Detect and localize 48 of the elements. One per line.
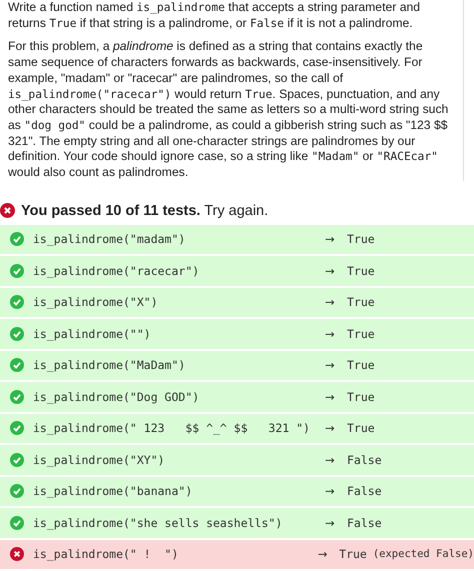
- problem-paragraph: Write a function named is_palindrome that accepts a string parameter and returns True if that string is a palindrome, or False if it is not a palindrome.: [8, 0, 422, 32]
- arrow: →: [325, 421, 336, 436]
- arrow: →: [325, 390, 336, 404]
- test-call: is_palindrome(" ! "): [33, 547, 180, 562]
- test-call: is_palindrome(" 123 $$ ^_^ $$ 321 "): [33, 421, 311, 436]
- arrow: →: [325, 232, 336, 246]
- test-output: False: [347, 484, 382, 498]
- error-icon: [10, 547, 24, 562]
- test-output: False: [347, 516, 382, 530]
- check-icon: [10, 390, 24, 404]
- check-icon: [10, 421, 24, 436]
- test-call: is_palindrome("MaDam"): [33, 358, 186, 372]
- test-output: False: [347, 452, 382, 467]
- test-call: is_palindrome("Dog GOD"): [33, 390, 200, 404]
- test-output: True: [347, 421, 375, 436]
- arrow: →: [325, 452, 336, 467]
- check-icon: [10, 264, 24, 278]
- check-icon: [10, 516, 24, 530]
- arrow: →: [325, 326, 336, 341]
- arrow: →: [318, 547, 328, 562]
- test-output: True: [347, 390, 375, 404]
- arrow: →: [325, 484, 336, 498]
- test-call: is_palindrome("XY"): [33, 452, 166, 467]
- check-icon: [10, 295, 24, 310]
- test-output: True: [347, 358, 375, 372]
- check-icon: [10, 326, 24, 341]
- test-summary: You passed 10 of 11 tests. Try again.: [21, 202, 268, 219]
- arrow: →: [325, 358, 336, 372]
- arrow: →: [325, 264, 336, 278]
- test-call: is_palindrome("banana"): [33, 484, 194, 498]
- test-call: is_palindrome("X"): [33, 295, 159, 310]
- arrow: →: [325, 295, 336, 310]
- test-output: True: [347, 326, 375, 341]
- test-call: is_palindrome("racecar"): [33, 264, 200, 278]
- test-call: is_palindrome("she sells seashells"): [33, 516, 284, 530]
- test-output: True: [347, 295, 375, 310]
- expected-output: (expected False): [372, 548, 474, 560]
- test-call: is_palindrome(""): [33, 326, 152, 341]
- check-icon: [10, 452, 24, 467]
- problem-paragraph: For this problem, a palindrome is defined as a string that contains exactly the same sequence of characters forwards as backwards, case-insensitively. For example, "madam" or "racecar" are palindromes, so the call of is_palindrome("racecar") would return True. Spaces, punctuation, and any other characters should be treated the same as letters so a multi-word string such as "dog god" could be a palindrome, as could a gibberish string such as "123 $$ 321". The empty string and all one-character strings are palindromes by our definition. Your code should ignore case, so a string like "Madam" or "RACEcar" would also count as palindromes.: [8, 39, 450, 181]
- test-output: True: [339, 547, 367, 562]
- arrow: →: [325, 516, 336, 530]
- check-icon: [10, 358, 24, 372]
- test-call: is_palindrome("madam"): [33, 232, 186, 246]
- check-icon: [10, 484, 24, 498]
- check-icon: [10, 232, 24, 246]
- test-output: True: [347, 264, 375, 278]
- test-output: True: [347, 232, 375, 246]
